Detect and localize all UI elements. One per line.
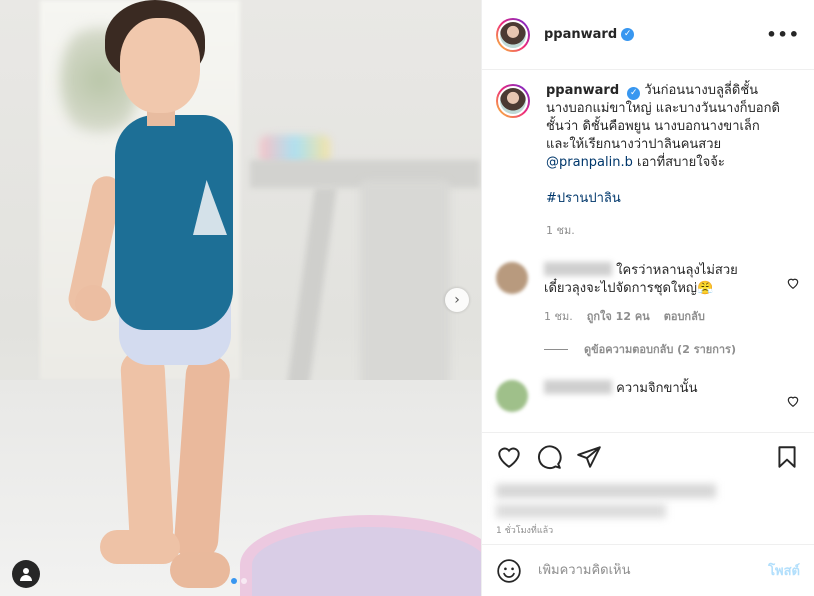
save-bookmark-icon[interactable] [774,444,800,470]
avatar-image [498,86,528,116]
comment-body: ความจิกขานั้น [544,380,766,412]
view-replies-line [544,348,568,350]
share-paper-plane-icon[interactable] [576,444,602,470]
child-face [120,18,200,113]
child-foot-right [170,552,230,588]
verified-badge-icon: ✓ [627,87,641,100]
caption-username[interactable]: ppanward [546,83,619,98]
caption-hashtag-link[interactable]: #ปรานปาลิน [546,191,621,206]
post-side-panel: ppanward ✓ ••• ppanward ✓ วันก่อนนางบลูล… [481,0,814,596]
user-icon [20,568,32,581]
caption-author-avatar[interactable] [496,84,530,118]
caption-time[interactable]: 1 ชม. [546,222,784,240]
like-comment-heart-icon[interactable] [786,276,800,290]
add-comment-input[interactable] [538,563,769,578]
chevron-right-icon: › [454,292,460,308]
author-avatar[interactable] [496,17,530,52]
post-actions [482,432,814,480]
likes-blur-line-1 [496,484,716,498]
comment-item: ใครว่าหลานลุงไม่สวย เดี๋ยวลุงจะไปจัดการช… [496,262,800,326]
comment-text: ความจิกขานั้น [616,381,698,396]
photo-child [65,0,245,596]
child-foot-left [100,530,180,564]
author-username[interactable]: ppanward [544,27,617,42]
like-comment-heart-icon[interactable] [786,394,800,408]
commenter-username-blurred[interactable] [544,262,612,276]
child-leg-left [119,348,175,552]
posted-time[interactable]: 1 ชั่วโมงที่แล้ว [482,524,814,544]
add-comment-bar: โพสต์ [482,544,814,596]
comment-bubble-icon[interactable] [536,444,562,470]
comment-time[interactable]: 1 ชม. [544,308,573,326]
caption-mention-link[interactable]: @pranpalin.b [546,155,633,170]
comment-likes-count[interactable]: ถูกใจ 12 คน [587,308,650,326]
avatar-image [498,19,528,50]
instagram-post: › ppanward ✓ ••• ppanward ✓ วันก่อนนางบล… [0,0,814,596]
child-leg-right [172,353,232,562]
caption-body: ppanward ✓ วันก่อนนางบลูลี่ดิชั้น นางบอก… [546,82,784,240]
commenter-username-blurred[interactable] [544,380,612,394]
child-hand [75,285,111,321]
post-comment-button[interactable]: โพสต์ [768,560,800,581]
comments-section[interactable]: ppanward ✓ วันก่อนนางบลูลี่ดิชั้น นางบอก… [482,70,814,432]
verified-badge-icon: ✓ [621,28,635,41]
like-heart-icon[interactable] [496,444,522,470]
carousel-dot [241,578,247,584]
tagged-users-button[interactable] [12,560,40,588]
comment-item: ความจิกขานั้น [496,380,800,412]
carousel-indicator [231,578,247,584]
post-photo[interactable]: › [0,0,481,596]
post-header: ppanward ✓ ••• [482,0,814,70]
view-replies-label: ดูข้อความตอบกลับ (2 รายการ) [584,343,736,356]
view-replies-button[interactable]: ดูข้อความตอบกลับ (2 รายการ) [544,340,800,358]
likes-summary-blurred[interactable] [482,480,814,524]
next-slide-button[interactable]: › [445,288,469,312]
likes-blur-line-2 [496,504,666,518]
comment-reply-button[interactable]: ตอบกลับ [664,308,705,326]
commenter-avatar[interactable] [496,262,528,294]
comment-meta: 1 ชม. ถูกใจ 12 คน ตอบกลับ [544,308,766,326]
emoji-icon[interactable] [496,558,522,584]
photo-background-table-leg [285,188,337,398]
carousel-dot-active [231,578,237,584]
commenter-avatar[interactable] [496,380,528,412]
post-caption: ppanward ✓ วันก่อนนางบลูลี่ดิชั้น นางบอก… [496,82,800,240]
caption-text-after: เอาที่สบายใจจ้ะ [637,155,725,170]
more-options-icon[interactable]: ••• [766,25,800,44]
comment-body: ใครว่าหลานลุงไม่สวย เดี๋ยวลุงจะไปจัดการช… [544,262,766,326]
